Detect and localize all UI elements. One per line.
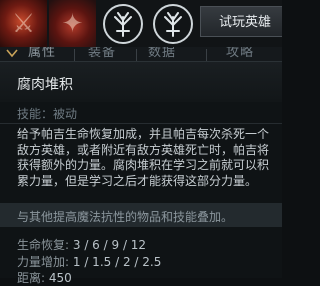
ability-note: 与其他提高魔法抗性的物品和技能叠加。 (17, 210, 234, 224)
talent-tree-icon-2[interactable] (152, 3, 194, 45)
cleaver-icon: ⚔ (11, 8, 36, 39)
stat-value: 1 / 1.5 / 2 / 2.5 (72, 255, 162, 269)
tab-guides[interactable]: 攻略 (226, 47, 254, 60)
hero-portrait-icon[interactable]: ⚔ (0, 0, 47, 47)
tab-divider (74, 49, 75, 61)
stat-value: 450 (48, 271, 72, 285)
divider (0, 123, 282, 124)
stat-label: 力量增加: (17, 255, 70, 269)
ability-type: 技能：被动 (17, 107, 78, 121)
stat-label: 生命恢复: (17, 238, 70, 252)
hero-topbar: ⚔ ✦ 试玩英雄 (0, 0, 282, 47)
stat-row: 生命恢复: 3 / 6 / 9 / 12 (17, 236, 146, 253)
ability-description: 给予帕吉生命恢复加成，并且帕吉每次杀死一个敌方英雄，或者附近有敌方英雄死亡时，帕… (17, 127, 270, 188)
tab-data[interactable]: 数据 (148, 47, 176, 60)
tab-equipment[interactable]: 装备 (88, 47, 116, 60)
caret-down-icon (6, 49, 18, 58)
ability-title: 腐肉堆积 (17, 77, 73, 93)
talent-tree-icon[interactable] (102, 3, 144, 45)
try-hero-button[interactable]: 试玩英雄 (200, 6, 282, 37)
stat-label: 距离: (17, 271, 46, 285)
stat-value: 3 / 6 / 9 / 12 (72, 238, 147, 252)
hero-portrait-icon-2[interactable]: ✦ (49, 0, 96, 47)
stat-row: 距离: 450 (17, 269, 72, 286)
tab-attributes[interactable]: 属性 (28, 47, 56, 60)
tab-divider (136, 49, 137, 61)
hero-tabs: 属性 装备 数据 攻略 (0, 47, 282, 61)
tab-divider (206, 49, 207, 61)
ability-tooltip: 腐肉堆积 技能：被动 给予帕吉生命恢复加成，并且帕吉每次杀死一个敌方英雄，或者附… (0, 61, 282, 285)
stat-row: 力量增加: 1 / 1.5 / 2 / 2.5 (17, 253, 161, 270)
flesh-icon: ✦ (61, 8, 84, 39)
